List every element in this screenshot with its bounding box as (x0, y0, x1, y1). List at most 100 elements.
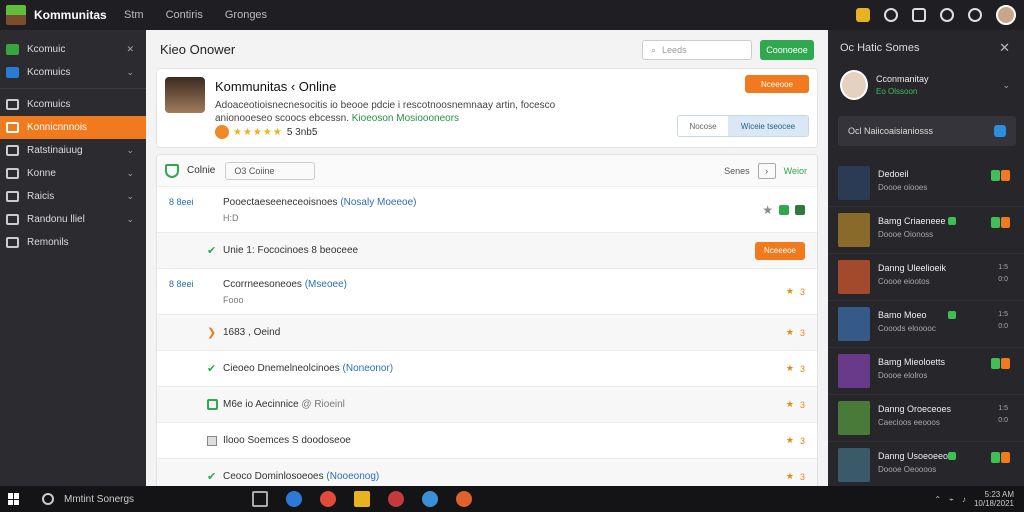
sidebar-item[interactable]: Remonils (0, 231, 146, 254)
network-icon[interactable]: ⌁ (949, 495, 954, 504)
status-badge (1001, 358, 1010, 369)
list-item[interactable]: ✔ Ceoco Dominlosoeoes (Nooeonog) ★ 3 (157, 459, 817, 486)
chevron-down-icon: ⌄ (126, 214, 134, 224)
game-status-badges (991, 170, 1010, 181)
folder-icon[interactable] (354, 491, 370, 507)
list-item[interactable]: 8 8eei Pooectaeseeneceoisnoes (Nosaly Mo… (157, 187, 817, 233)
game-thumbnail (838, 401, 870, 435)
search-input[interactable]: ⌕ Leeds (642, 40, 752, 60)
chevron-down-icon[interactable]: ⌄ (1002, 80, 1010, 91)
status-badge (991, 452, 1000, 463)
toggle-right[interactable]: Wiceie tseocee (728, 116, 808, 136)
user-status: Eo Olssoon (876, 87, 918, 96)
item-action-button[interactable]: Nceeeoe (755, 241, 805, 260)
right-panel-user[interactable]: Cconmanitay Eo Olssoon ⌄ (828, 66, 1024, 110)
sidebar-item[interactable]: Kcomuic ✕ (0, 38, 146, 61)
topnav-item[interactable]: Gronges (225, 9, 267, 21)
item-id: 8 8eei (169, 279, 194, 289)
app-icon[interactable] (388, 491, 404, 507)
sidebar-item[interactable]: Randonu lliel ⌄ (0, 208, 146, 231)
item-id: 8 8eei (169, 197, 194, 207)
volume-icon[interactable]: ♪ (962, 495, 966, 504)
task-view-icon[interactable] (252, 491, 268, 507)
toggle-left[interactable]: Nocose (678, 116, 728, 136)
game-item[interactable]: Bamg Criaeneee Doooe Oionoss (828, 207, 1024, 254)
star-icon[interactable]: ★ (762, 203, 773, 217)
system-tray: ⌃ ⌁ ♪ 5:23 AM 10/18/2021 (934, 490, 1014, 508)
profile-link[interactable]: Kioeoson Mosioooneors (352, 113, 459, 124)
game-item[interactable]: Danng Oroeceoes Caecioos eeooos 1:5 0:0 (828, 395, 1024, 442)
list-filter-input[interactable]: O3 Coiine (225, 161, 316, 180)
edge-icon[interactable] (286, 491, 302, 507)
check-icon: ✔ (207, 245, 217, 257)
list-item[interactable]: M6e io Aecinnice @ Rioeinl ★ 3 (157, 387, 817, 423)
sidebar-item[interactable]: Raicis ⌄ (0, 185, 146, 208)
sidebar-item[interactable]: Kcomuics ⌄ (0, 61, 146, 84)
windows-start-icon[interactable] (8, 493, 20, 505)
user-avatar[interactable] (996, 5, 1016, 25)
game-thumbnail (838, 307, 870, 341)
sidebar: Kcomuic ✕ Kcomuics ⌄ Kcomuics Konnicnnnois… (0, 30, 146, 486)
sort-toggle-icon[interactable]: › (757, 162, 776, 179)
star-icon: ★ (785, 435, 794, 445)
profile-description: Adoaceotioisnecnesocitis io beooe pdcie … (215, 99, 615, 125)
notification-icon[interactable] (940, 8, 954, 22)
game-thumbnail (838, 260, 870, 294)
user-avatar (840, 70, 868, 100)
view-label[interactable]: Weior (784, 166, 807, 176)
profile-action-button[interactable]: Nceeooe (745, 75, 809, 93)
checkbox-icon[interactable] (207, 399, 218, 410)
sidebar-item-label: Konnicnnnois (27, 122, 88, 133)
game-thumbnail (838, 448, 870, 482)
list-title: Colnie (187, 165, 216, 176)
item-tag: (Nooeonog) (326, 471, 380, 482)
sidebar-item-label: Konne (27, 168, 56, 179)
info-icon (994, 125, 1006, 137)
topnav-item[interactable]: Stm (124, 9, 144, 21)
chrome-icon[interactable] (320, 491, 336, 507)
game-item[interactable]: Danng Usoeoeeoe Doooe Oeoooos (828, 442, 1024, 489)
list-item[interactable]: ✔ Cieoeo Dnemelneolcinoes (Noneonor) ★ 3 (157, 351, 817, 387)
game-meta-line: 0:0 (998, 417, 1008, 424)
app-icon[interactable] (422, 491, 438, 507)
notifications-bar[interactable]: Ocl Naiicoaisianiosss (838, 116, 1016, 146)
list-item[interactable]: ✔ Unie 1: Fococinoes 8 beoceee Nceeeoe (157, 233, 817, 269)
checkbox-icon[interactable] (207, 435, 217, 446)
sidebar-item-active[interactable]: Konnicnnnois (0, 116, 146, 139)
sort-label[interactable]: Senes (724, 166, 750, 176)
topnav-item[interactable]: Contiris (166, 9, 203, 21)
shield-icon (165, 163, 179, 178)
game-thumbnail (838, 213, 870, 247)
tray-chevron-icon[interactable]: ⌃ (934, 495, 941, 504)
game-item[interactable]: Bamg Mieoloetts Doooe elolros (828, 348, 1024, 395)
page-title: Kieo Onower (160, 41, 236, 57)
taskbar-apps (252, 491, 472, 507)
close-icon[interactable]: ✕ (999, 40, 1010, 56)
clock[interactable]: 5:23 AM 10/18/2021 (974, 490, 1014, 508)
game-title: Dedoeil (878, 169, 909, 179)
game-title: Danng Oroeceoes (878, 404, 952, 414)
star-icon: ★ (785, 471, 794, 481)
sidebar-item[interactable]: Konne ⌄ (0, 162, 146, 185)
chat-icon[interactable] (912, 8, 926, 22)
game-item[interactable]: Bamo Moeo Cooods elooooc 1:5 0:0 (828, 301, 1024, 348)
taskbar-search[interactable]: Mmtint Sonergs (42, 493, 222, 505)
game-item[interactable]: Danng Uleelioeik Coooe eiootos 1:5 0:0 (828, 254, 1024, 301)
sidebar-item[interactable]: Kcomuics (0, 93, 146, 116)
game-item[interactable]: Dedoeil Doooe oiooes (828, 160, 1024, 207)
app-icon[interactable] (456, 491, 472, 507)
chevron-down-icon: ⌄ (126, 191, 134, 201)
item-meta: ★ 3 (786, 286, 805, 297)
list-item[interactable]: ❯ 1683 , Oeind ★ 3 (157, 315, 817, 351)
settings-icon[interactable] (968, 8, 982, 22)
sidebar-item[interactable]: Ratstinaiuug ⌄ (0, 139, 146, 162)
trophy-icon[interactable] (856, 8, 870, 22)
list-item[interactable]: 8 8eei Ccorrneesoneoes (Mseoee) Fooo ★ 3 (157, 269, 817, 315)
list-item[interactable]: Ilooo Soemces S doodoseoe ★ 3 (157, 423, 817, 459)
controller-icon[interactable] (884, 8, 898, 22)
star-icon: ★ (785, 327, 794, 337)
status-badge (991, 170, 1000, 181)
list-header: Colnie O3 Coiine Senes › Weior (157, 155, 817, 187)
header-action-button[interactable]: Coonoeoe (760, 40, 814, 60)
top-right-icons (856, 5, 1016, 25)
